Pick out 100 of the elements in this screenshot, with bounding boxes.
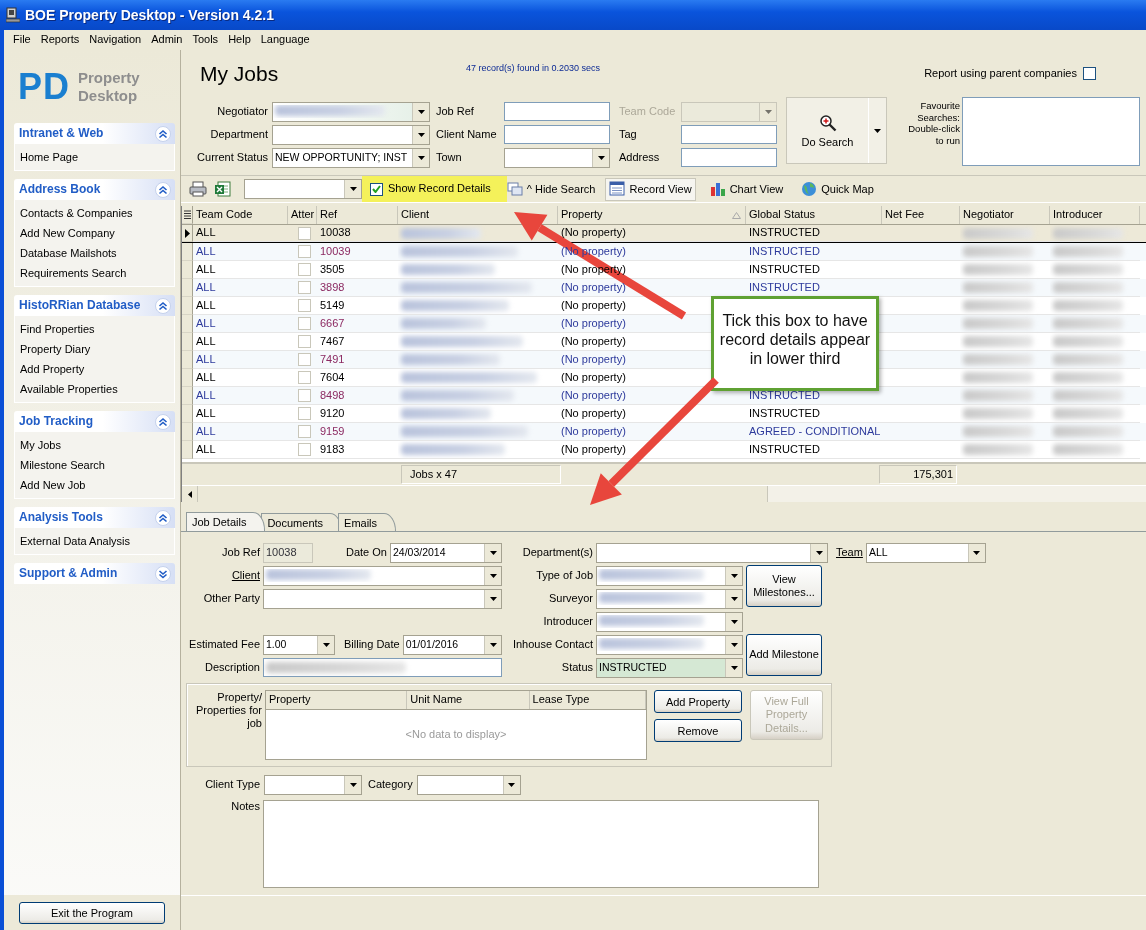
favourites-list[interactable]	[962, 97, 1140, 166]
field-link[interactable]: Client	[186, 568, 260, 583]
page-title: My Jobs	[199, 60, 280, 87]
combo-box[interactable]	[416, 775, 521, 795]
combo-box[interactable]	[596, 634, 743, 655]
sidebar-link[interactable]: Add New Job	[20, 475, 174, 495]
group-header[interactable]: Support & Admin	[14, 563, 175, 584]
field-link[interactable]: Team	[836, 545, 863, 560]
column-header[interactable]: Lease Type	[529, 691, 646, 709]
table-cell: INSTRUCTED	[749, 442, 820, 457]
combo-box[interactable]: 24/03/2014	[389, 542, 502, 563]
sidebar-link[interactable]: My Jobs	[20, 435, 174, 455]
field-label: Job Ref	[221, 545, 260, 560]
printer-icon[interactable]	[189, 181, 207, 197]
chevron-down-icon[interactable]	[155, 565, 171, 582]
tab[interactable]: Job Details	[186, 512, 266, 531]
combo-box[interactable]	[272, 101, 430, 122]
group-header[interactable]: HistoRRian Database	[14, 295, 175, 316]
text-field[interactable]	[263, 658, 502, 677]
milestone-button[interactable]: Add Milestone	[746, 634, 822, 676]
checkbox[interactable]	[1083, 67, 1096, 80]
caret-icon	[489, 550, 497, 555]
sidebar-link[interactable]: Contacts & Companies	[20, 203, 174, 223]
property-button[interactable]: Remove	[654, 719, 742, 742]
menu-item[interactable]: Reports	[35, 33, 85, 47]
combo-box[interactable]: ALL	[865, 542, 986, 563]
sidebar-link[interactable]: Requirements Search	[20, 263, 174, 283]
combo-box[interactable]	[263, 588, 502, 609]
checkbox-label[interactable]: Show Record Details	[388, 182, 491, 196]
column-header[interactable]: Introducer	[1050, 206, 1140, 224]
chevron-up-icon[interactable]	[155, 297, 171, 314]
view-tab[interactable]: Quick Map	[797, 177, 878, 201]
windows-icon[interactable]	[506, 182, 523, 196]
chevron-up-icon[interactable]	[155, 509, 171, 526]
combo-box[interactable]	[596, 565, 743, 586]
combo-box[interactable]	[504, 147, 610, 168]
combo-box[interactable]: 1.00	[263, 634, 335, 655]
combo-box[interactable]	[263, 565, 502, 586]
sidebar-link[interactable]: Property Diary	[20, 339, 174, 359]
chevron-up-icon[interactable]	[155, 125, 171, 142]
row-header[interactable]	[182, 225, 193, 242]
table-cell: 3505	[320, 262, 345, 277]
field-label: Introducer	[542, 614, 593, 629]
chevron-up-icon[interactable]	[155, 181, 171, 198]
table-cell: (No property)	[561, 406, 626, 421]
column-header[interactable]: Ref	[317, 206, 398, 224]
menu-item[interactable]: Language	[255, 33, 315, 47]
combo-box[interactable]: 01/01/2016	[402, 634, 502, 655]
sidebar-link[interactable]: Milestone Search	[20, 455, 174, 475]
combo-box[interactable]	[272, 124, 430, 145]
column-header[interactable]: Negotiator	[960, 206, 1050, 224]
combo-box[interactable]	[596, 611, 743, 632]
text-field[interactable]	[681, 148, 777, 167]
menu-item[interactable]: File	[8, 33, 36, 47]
checkbox-label[interactable]: Report using parent companies	[924, 66, 1077, 81]
sidebar-link[interactable]: Available Properties	[20, 379, 174, 399]
column-header[interactable]: Net Fee	[882, 206, 960, 224]
combo-box[interactable]: NEW OPPORTUNITY; INST	[272, 147, 430, 168]
view-tab[interactable]: Record View	[605, 177, 696, 201]
sidebar-link[interactable]: Add New Company	[20, 223, 174, 243]
menu-item[interactable]: Navigation	[84, 33, 147, 47]
group-header[interactable]: Analysis Tools	[14, 507, 175, 528]
combo-box[interactable]: INSTRUCTED	[596, 657, 743, 678]
checkbox[interactable]	[370, 182, 383, 196]
sidebar-link[interactable]: Find Properties	[20, 319, 174, 339]
milestone-button[interactable]: View Milestones...	[746, 565, 822, 607]
combo-box[interactable]	[264, 775, 362, 795]
chevron-up-icon[interactable]	[155, 413, 171, 430]
table-cell: ALL	[196, 424, 216, 439]
menu-item[interactable]: Tools	[187, 33, 224, 47]
group-header[interactable]: Job Tracking	[14, 411, 175, 432]
text-field[interactable]	[504, 102, 610, 121]
group-header[interactable]: Intranet & Web	[14, 123, 175, 144]
property-button[interactable]: Add Property	[654, 690, 742, 713]
text-field[interactable]	[504, 125, 610, 144]
grid-menu-icon[interactable]	[183, 210, 191, 219]
column-header[interactable]: Property	[558, 206, 746, 224]
menu-item[interactable]: Admin	[146, 33, 188, 47]
combo-box[interactable]	[596, 542, 828, 563]
notes-field[interactable]	[263, 800, 819, 888]
sidebar-link[interactable]: Add Property	[20, 359, 174, 379]
tab[interactable]: Emails	[338, 513, 397, 531]
scrollbar[interactable]	[182, 485, 1146, 502]
group-header[interactable]: Address Book	[14, 179, 175, 200]
menu-item[interactable]: Help	[223, 33, 256, 47]
column-header[interactable]: Team Code	[193, 206, 288, 224]
spreadsheet-icon[interactable]	[215, 181, 231, 197]
column-header[interactable]: Unit Name	[407, 691, 530, 709]
column-header[interactable]: Global Status	[746, 206, 882, 224]
view-tab[interactable]: Chart View	[705, 177, 788, 201]
sidebar-link[interactable]: Home Page	[20, 147, 174, 167]
text-field[interactable]	[681, 125, 777, 144]
combo-box[interactable]	[596, 588, 743, 609]
hide-search-button[interactable]: ^ Hide Search	[522, 177, 600, 201]
sidebar-link[interactable]: Database Mailshots	[20, 243, 174, 263]
column-header[interactable]: Property	[266, 691, 408, 709]
sidebar-link[interactable]: External Data Analysis	[20, 531, 174, 551]
table-cell: 9120	[320, 406, 345, 421]
combo-box[interactable]	[244, 179, 362, 199]
exit-button[interactable]: Exit the Program	[19, 901, 165, 924]
